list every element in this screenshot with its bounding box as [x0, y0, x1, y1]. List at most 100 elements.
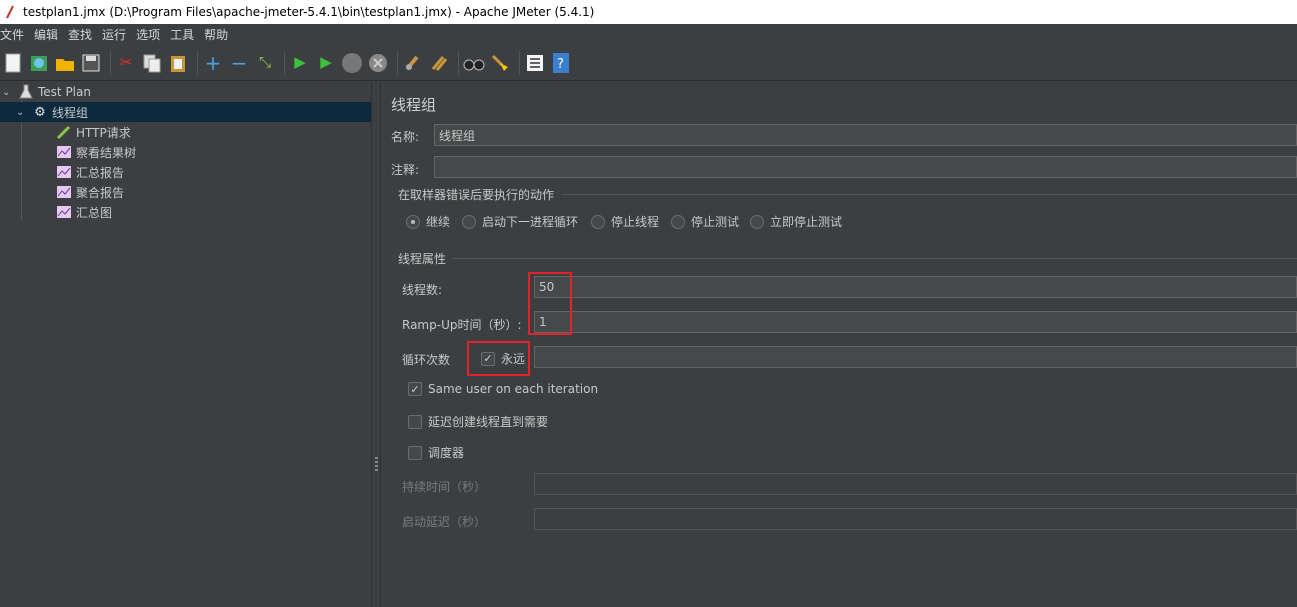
highlight-box-forever — [467, 341, 530, 376]
minus-icon[interactable]: − — [228, 52, 250, 74]
checkmark-icon[interactable]: ✓ — [408, 382, 422, 396]
chart-listener-icon — [56, 144, 72, 160]
group-divider — [452, 258, 1297, 259]
menu-help[interactable]: 帮助 — [204, 26, 228, 43]
tree-item-label: 线程组 — [52, 105, 89, 120]
thread-props-group-title: 线程属性 — [398, 252, 447, 266]
radio-dot[interactable] — [750, 214, 764, 229]
chevron-down-icon[interactable]: ⌄ — [16, 107, 28, 118]
tree-item-test-plan[interactable]: ⌄ Test Plan — [0, 82, 371, 102]
tree-item-summary-graph[interactable]: 汇总图 — [56, 202, 112, 222]
rampup-field[interactable]: 1 — [534, 311, 1297, 333]
function-list-icon[interactable] — [524, 52, 546, 74]
menu-options[interactable]: 选项 — [136, 26, 160, 43]
tree-item-http-request[interactable]: HTTP请求 — [56, 122, 131, 142]
toolbar-separator — [284, 50, 285, 75]
clear-icon[interactable] — [402, 52, 424, 74]
binoculars-icon[interactable] — [463, 52, 485, 74]
open-icon[interactable] — [54, 52, 76, 74]
duration-field — [534, 473, 1297, 495]
play-icon[interactable]: ▶ — [289, 52, 311, 74]
checkbox-box[interactable] — [408, 414, 422, 429]
copy-icon[interactable] — [141, 52, 163, 74]
stop-icon[interactable] — [341, 52, 363, 74]
toolbar-separator — [110, 50, 111, 75]
radio-label: 停止线程 — [611, 215, 660, 229]
tree-item-label: 察看结果树 — [76, 145, 137, 160]
comment-field[interactable] — [434, 156, 1297, 178]
templates-icon[interactable] — [28, 52, 50, 74]
checkbox-label: Same user on each iteration — [428, 382, 599, 396]
radio-label: 启动下一进程循环 — [482, 215, 579, 229]
toolbar-separator — [397, 50, 398, 75]
menu-bar: 文件 编辑 查找 运行 选项 工具 帮助 — [0, 24, 1297, 44]
radio-start-next-loop[interactable]: 启动下一进程循环 — [462, 213, 578, 230]
thread-group-panel: 线程组 名称: 线程组 注释: 在取样器错误后要执行的动作 继续 启动下一进程循… — [382, 82, 1297, 607]
tree-item-summary-report[interactable]: 汇总报告 — [56, 162, 124, 182]
radio-stop-test[interactable]: 停止测试 — [671, 213, 739, 230]
toolbar-separator — [458, 50, 459, 75]
tree-item-thread-group[interactable]: ⌄ ⚙ 线程组 — [0, 102, 371, 122]
radio-stop-test-now[interactable]: 立即停止测试 — [750, 213, 842, 230]
menu-file[interactable]: 文件 — [0, 26, 24, 43]
radio-dot[interactable] — [671, 214, 685, 229]
save-icon[interactable] — [80, 52, 102, 74]
delay-thread-creation-checkbox[interactable]: 延迟创建线程直到需要 — [408, 413, 548, 430]
window-titlebar: testplan1.jmx (D:\Program Files\apache-j… — [0, 0, 1297, 24]
startup-delay-label: 启动延迟（秒） — [402, 515, 487, 529]
radio-continue[interactable]: 继续 — [406, 213, 450, 230]
panel-title: 线程组 — [391, 96, 437, 114]
tree-item-label: Test Plan — [38, 85, 91, 99]
chevron-down-icon[interactable]: ⌄ — [2, 87, 14, 98]
radio-stop-thread[interactable]: 停止线程 — [591, 213, 659, 230]
svg-text:?: ? — [557, 57, 564, 72]
radio-dot[interactable] — [591, 214, 605, 229]
play-no-pause-icon[interactable]: ▶ — [315, 52, 337, 74]
checkbox-label: 延迟创建线程直到需要 — [428, 415, 549, 429]
tree-item-results-tree[interactable]: 察看结果树 — [56, 142, 136, 162]
radio-dot[interactable] — [462, 214, 476, 229]
threads-field[interactable]: 50 — [534, 276, 1297, 298]
loop-count-field[interactable] — [534, 346, 1297, 368]
menu-search[interactable]: 查找 — [68, 26, 92, 43]
gear-icon: ⚙ — [34, 104, 46, 120]
menu-tools[interactable]: 工具 — [170, 26, 194, 43]
flask-icon — [18, 84, 34, 100]
menu-edit[interactable]: 编辑 — [34, 26, 58, 43]
jmeter-feather-icon — [6, 5, 14, 19]
radio-label: 继续 — [426, 215, 451, 229]
name-field[interactable]: 线程组 — [434, 124, 1297, 146]
broom-icon[interactable] — [489, 52, 511, 74]
pipette-icon — [56, 124, 72, 140]
same-user-checkbox[interactable]: ✓ Same user on each iteration — [408, 382, 598, 396]
window-title: testplan1.jmx (D:\Program Files\apache-j… — [23, 5, 595, 19]
tree-item-label: 汇总报告 — [76, 165, 125, 180]
error-action-group-title: 在取样器错误后要执行的动作 — [398, 188, 555, 202]
new-icon[interactable] — [2, 52, 24, 74]
help-icon[interactable]: ? — [550, 52, 572, 74]
threads-label: 线程数: — [402, 283, 443, 297]
cut-icon[interactable]: ✂ — [115, 52, 137, 74]
paste-icon[interactable] — [167, 52, 189, 74]
duration-label: 持续时间（秒） — [402, 480, 487, 494]
toolbar-separator — [519, 50, 520, 75]
toolbar: ✂ + − ⤡ ▶ ▶ ? — [0, 45, 1297, 81]
toggle-icon[interactable]: ⤡ — [254, 52, 276, 74]
scheduler-checkbox[interactable]: 调度器 — [408, 444, 464, 461]
tree-item-label: HTTP请求 — [76, 125, 131, 140]
tree-item-aggregate-report[interactable]: 聚合报告 — [56, 182, 124, 202]
clear-all-icon[interactable] — [428, 52, 450, 74]
chart-listener-icon — [56, 184, 72, 200]
menu-run[interactable]: 运行 — [102, 26, 126, 43]
checkbox-box[interactable] — [408, 445, 422, 460]
toolbar-separator — [197, 50, 198, 75]
splitter-grip-icon[interactable] — [375, 457, 378, 471]
pane-splitter[interactable] — [371, 82, 381, 607]
rampup-label: Ramp-Up时间（秒）: — [402, 318, 522, 332]
plus-icon[interactable]: + — [202, 52, 224, 74]
radio-label: 停止测试 — [691, 215, 740, 229]
name-label: 名称: — [391, 130, 420, 144]
loop-count-label: 循环次数 — [402, 353, 451, 367]
shutdown-icon[interactable] — [367, 52, 389, 74]
radio-dot[interactable] — [406, 214, 420, 229]
